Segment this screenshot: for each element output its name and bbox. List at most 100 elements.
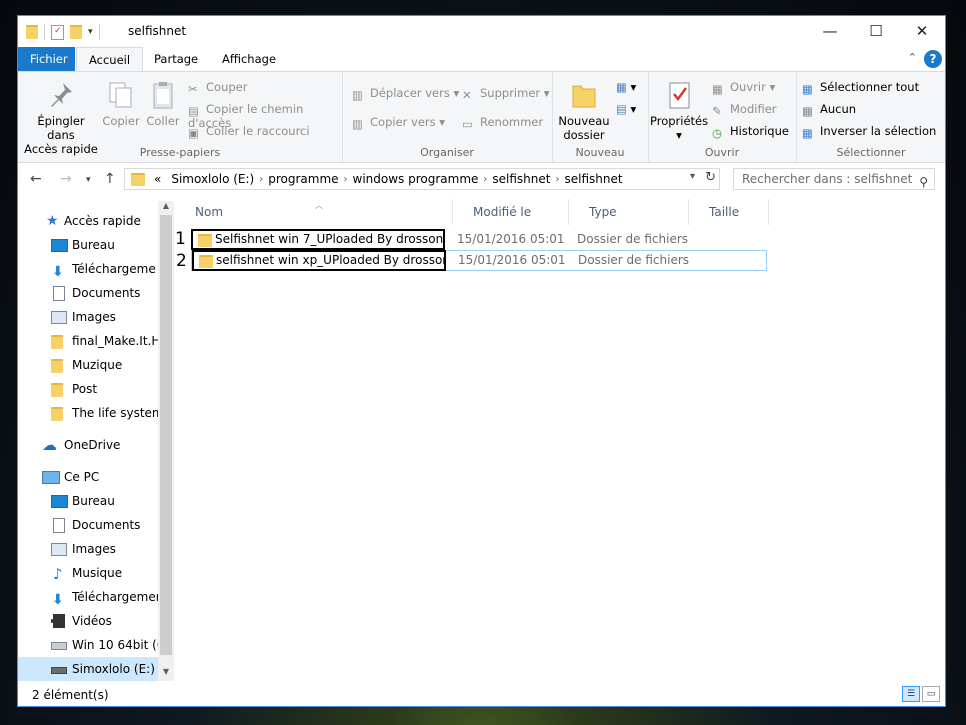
nav-this-pc[interactable]: Ce PC bbox=[42, 465, 99, 489]
address-bar[interactable]: « Simoxlolo (E:) › programme › windows p… bbox=[124, 168, 720, 190]
column-header-name[interactable]: Nom ︿ bbox=[175, 199, 453, 225]
nav-qa-bureau[interactable]: Bureau 📌 bbox=[48, 233, 173, 257]
new-folder-button[interactable]: Nouveau dossier bbox=[556, 80, 612, 142]
copy-to-button[interactable]: ▥ Copier vers ▾ bbox=[352, 115, 445, 131]
nav-qa-images[interactable]: Images 📌 bbox=[48, 305, 173, 329]
tab-accueil[interactable]: Accueil bbox=[76, 47, 144, 73]
cut-label: Couper bbox=[206, 80, 248, 94]
nav-label: The life system bbox=[72, 406, 164, 420]
file-type: Dossier de fichiers bbox=[577, 232, 689, 246]
nav-qa-documents[interactable]: Documents 📌 bbox=[48, 281, 173, 305]
properties-qat-icon[interactable]: ✓ bbox=[51, 24, 64, 40]
scroll-up-arrow-icon[interactable]: ▲ bbox=[158, 201, 174, 215]
easy-access-button[interactable]: ▤ ▾ bbox=[616, 102, 636, 116]
group-label-presse-papiers: Presse-papiers bbox=[139, 146, 221, 159]
customize-qat-dropdown-icon[interactable]: ▾ bbox=[88, 27, 93, 37]
file-name-cell[interactable]: Selfishnet win 7_UPloaded By drossonlin.… bbox=[191, 229, 445, 250]
scissors-icon: ✂ bbox=[188, 82, 198, 96]
tab-affichage[interactable]: Affichage bbox=[210, 47, 288, 71]
file-explorer-window: ✓ ▾ selfishnet — ☐ ✕ Fichier Accueil Par… bbox=[17, 15, 946, 707]
nav-qa-folder-muzique[interactable]: Muzique bbox=[48, 353, 173, 377]
paste-shortcut-button[interactable]: ▣ Coller le raccourci bbox=[188, 124, 310, 140]
new-folder-qat-icon[interactable] bbox=[70, 25, 82, 39]
collapse-ribbon-icon[interactable]: ⌃ bbox=[908, 51, 917, 64]
nav-this-pc-label: Ce PC bbox=[64, 470, 100, 484]
properties-button[interactable]: Propriétés ▾ bbox=[650, 80, 708, 142]
breadcrumb-programme[interactable]: programme bbox=[263, 172, 343, 186]
nav-qa-folder-post[interactable]: Post bbox=[48, 377, 173, 401]
large-icons-view-icon[interactable]: ▭ bbox=[922, 686, 940, 702]
document-icon bbox=[53, 518, 65, 533]
nav-pc-videos[interactable]: Vidéos bbox=[48, 609, 173, 633]
column-header-size[interactable]: Taille bbox=[689, 199, 769, 225]
search-icon[interactable]: ⚲ bbox=[919, 172, 928, 192]
invert-selection-button[interactable]: ▦ Inverser la sélection bbox=[802, 124, 936, 140]
column-header-modified[interactable]: Modifié le bbox=[453, 199, 569, 225]
scroll-thumb[interactable] bbox=[160, 215, 172, 655]
scroll-down-arrow-icon[interactable]: ▼ bbox=[158, 667, 174, 681]
nav-pc-drive-e[interactable]: Simoxlolo (E:) bbox=[18, 657, 173, 681]
nav-qa-telechargements[interactable]: ⬇ Téléchargeme 📌 bbox=[48, 257, 173, 281]
maximize-button[interactable]: ☐ bbox=[853, 16, 899, 46]
nav-quick-access-label: Accès rapide bbox=[64, 214, 141, 228]
nav-onedrive-label: OneDrive bbox=[64, 438, 121, 452]
breadcrumb-selfishnet-current[interactable]: selfishnet bbox=[559, 172, 627, 186]
nav-pc-images[interactable]: Images bbox=[48, 537, 173, 561]
tab-partage[interactable]: Partage bbox=[142, 47, 210, 71]
pin-quick-access-button[interactable]: Épingler dans Accès rapide bbox=[24, 80, 98, 156]
help-button[interactable]: ? bbox=[924, 50, 942, 68]
rename-button[interactable]: ▭ Renommer bbox=[462, 115, 543, 131]
minimize-button[interactable]: — bbox=[807, 16, 853, 46]
cut-button[interactable]: ✂ Couper bbox=[188, 80, 248, 96]
select-none-button[interactable]: ▦ Aucun bbox=[802, 102, 857, 118]
breadcrumb-windows-programme[interactable]: windows programme bbox=[348, 172, 484, 186]
copy-icon bbox=[109, 82, 132, 108]
tab-fichier[interactable]: Fichier bbox=[18, 47, 75, 71]
breadcrumb-selfishnet-parent[interactable]: selfishnet bbox=[487, 172, 555, 186]
up-arrow-icon[interactable]: ↑ bbox=[104, 171, 116, 187]
nav-quick-access[interactable]: ★ Accès rapide bbox=[42, 209, 141, 233]
music-note-icon: ♪ bbox=[53, 565, 63, 583]
table-row[interactable]: 1 Selfishnet win 7_UPloaded By drossonli… bbox=[175, 229, 691, 250]
breadcrumb-drive[interactable]: Simoxlolo (E:) bbox=[166, 172, 259, 186]
rename-icon: ▭ bbox=[462, 117, 473, 131]
nav-pc-bureau[interactable]: Bureau bbox=[48, 489, 173, 513]
search-input[interactable]: Rechercher dans : selfishnet ⚲ bbox=[733, 168, 935, 190]
edit-icon: ✎ bbox=[712, 104, 722, 118]
close-button[interactable]: ✕ bbox=[899, 16, 945, 46]
nav-pc-telechargement[interactable]: ⬇ Téléchargement bbox=[48, 585, 173, 609]
paste-button[interactable]: Coller bbox=[143, 80, 183, 128]
delete-button[interactable]: ✕ Supprimer ▾ bbox=[462, 86, 550, 102]
column-header-type[interactable]: Type bbox=[569, 199, 689, 225]
breadcrumb-overflow[interactable]: « bbox=[149, 172, 166, 186]
nav-label: Post bbox=[72, 382, 98, 396]
file-name-cell[interactable]: selfishnet win xp_UPloaded By drossonlin… bbox=[192, 250, 446, 271]
back-arrow-icon[interactable]: ← bbox=[30, 171, 42, 187]
history-button[interactable]: ◷ Historique bbox=[712, 124, 789, 140]
forward-arrow-icon[interactable]: → bbox=[60, 171, 72, 187]
select-none-label: Aucun bbox=[820, 102, 857, 116]
properties-dropdown-icon[interactable]: ▾ bbox=[650, 128, 708, 142]
address-dropdown-icon[interactable]: ▾ bbox=[690, 171, 695, 182]
nav-pc-drive-c[interactable]: Win 10 64bit (C:) bbox=[48, 633, 173, 657]
toolbar-separator bbox=[98, 24, 100, 40]
copy-button[interactable]: Copier bbox=[101, 80, 141, 128]
nav-qa-folder-life-system[interactable]: The life system bbox=[48, 401, 173, 425]
nav-qa-folder-final[interactable]: final_Make.It.Ha bbox=[48, 329, 173, 353]
recent-locations-dropdown-icon[interactable]: ▾ bbox=[86, 175, 91, 185]
edit-button[interactable]: ✎ Modifier bbox=[712, 102, 777, 118]
folder-icon bbox=[51, 359, 63, 373]
open-button[interactable]: ▦ Ouvrir ▾ bbox=[712, 80, 775, 96]
nav-label: final_Make.It.Ha bbox=[72, 334, 168, 348]
nav-scrollbar[interactable]: ▲ ▼ bbox=[158, 201, 174, 681]
nav-pc-documents[interactable]: Documents bbox=[48, 513, 173, 537]
new-item-button[interactable]: ▦ ▾ bbox=[616, 80, 636, 94]
details-view-icon[interactable]: ☰ bbox=[902, 686, 920, 702]
nav-pc-musique[interactable]: ♪ Musique bbox=[48, 561, 173, 585]
search-placeholder: Rechercher dans : selfishnet bbox=[742, 172, 913, 186]
nav-onedrive[interactable]: ☁ OneDrive bbox=[42, 433, 120, 457]
select-all-button[interactable]: ▦ Sélectionner tout bbox=[802, 80, 919, 96]
refresh-icon[interactable]: ↻ bbox=[705, 170, 716, 185]
table-row[interactable]: 2 selfishnet win xp_UPloaded By drossonl… bbox=[176, 250, 767, 271]
move-to-button[interactable]: ▥ Déplacer vers ▾ bbox=[352, 86, 459, 102]
